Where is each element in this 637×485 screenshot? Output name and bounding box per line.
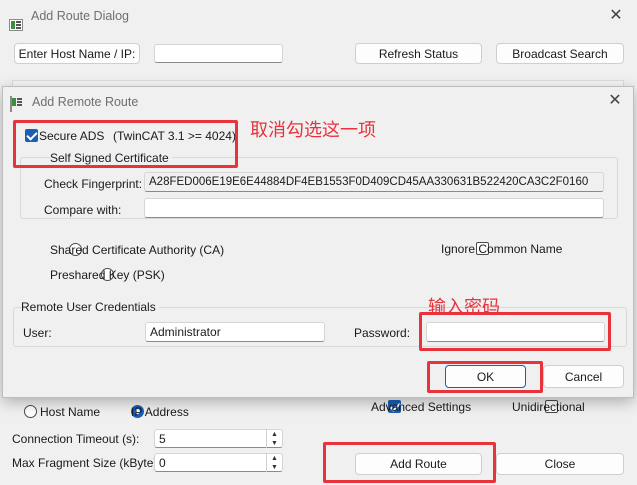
- fragment-input[interactable]: 0 ▲ ▼: [154, 453, 283, 472]
- close-icon[interactable]: ✕: [604, 4, 628, 28]
- close-icon[interactable]: ✕: [603, 89, 627, 113]
- timeout-input[interactable]: 5 ▲ ▼: [154, 429, 283, 448]
- add-route-titlebar: Add Route Dialog ✕: [0, 0, 637, 32]
- check-fingerprint-label: Check Fingerprint:: [44, 177, 143, 191]
- spin-down-icon[interactable]: ▼: [267, 439, 282, 448]
- host-name-label: Host Name: [40, 405, 101, 419]
- user-label: User:: [23, 326, 52, 340]
- fragment-spinner[interactable]: ▲ ▼: [266, 453, 282, 472]
- refresh-status-button[interactable]: Refresh Status: [355, 43, 482, 64]
- cancel-button[interactable]: Cancel: [543, 365, 624, 388]
- enter-host-button[interactable]: Enter Host Name / IP:: [14, 43, 140, 64]
- password-label: Password:: [354, 326, 411, 340]
- broadcast-search-button[interactable]: Broadcast Search: [496, 43, 624, 64]
- ignore-common-name-label: Ignore Common Name: [441, 242, 563, 256]
- app-icon: [10, 96, 12, 112]
- fragment-label: Max Fragment Size (kByte):: [12, 456, 161, 470]
- annotation-box-password: [419, 312, 611, 351]
- timeout-value: 5: [159, 431, 166, 446]
- compare-with-input[interactable]: [144, 198, 604, 218]
- fragment-value: 0: [159, 455, 166, 470]
- spin-up-icon[interactable]: ▲: [267, 430, 282, 439]
- ip-address-label: IP Address: [131, 405, 189, 419]
- user-input[interactable]: Administrator: [145, 322, 325, 342]
- compare-with-label: Compare with:: [44, 203, 122, 217]
- host-input[interactable]: [154, 44, 283, 63]
- remote-route-title: Add Remote Route: [32, 95, 139, 109]
- advanced-settings-label: Advanced Settings: [371, 400, 472, 414]
- add-route-title: Add Route Dialog: [31, 9, 129, 23]
- credentials-label: Remote User Credentials: [21, 300, 159, 314]
- timeout-spinner[interactable]: ▲ ▼: [266, 429, 282, 448]
- annotation-box-secure-ads: [13, 120, 238, 168]
- app-icon: [9, 19, 23, 31]
- shared-ca-label: Shared Certificate Authority (CA): [50, 243, 225, 257]
- host-name-radio[interactable]: [24, 405, 37, 418]
- spin-down-icon[interactable]: ▼: [267, 463, 282, 472]
- annotation-box-add-route: [323, 442, 496, 483]
- psk-label: Preshared Key (PSK): [50, 268, 165, 282]
- check-fingerprint-field: A28FED006E19E6E44884DF4EB1553F0D409CD45A…: [144, 172, 604, 192]
- unidirectional-label: Unidirectional: [512, 400, 585, 414]
- timeout-label: Connection Timeout (s):: [12, 432, 140, 446]
- spin-up-icon[interactable]: ▲: [267, 454, 282, 463]
- close-button[interactable]: Close: [496, 453, 624, 475]
- annotation-uncheck-note: 取消勾选这一项: [250, 120, 376, 141]
- annotation-box-ok: [427, 361, 543, 393]
